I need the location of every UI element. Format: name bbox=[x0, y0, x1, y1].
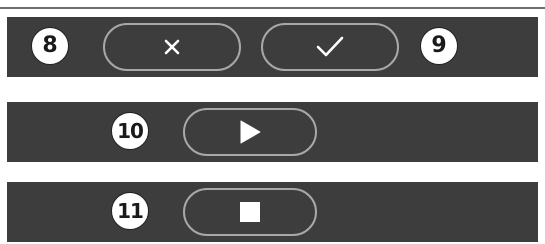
step-badge-confirm: 9 bbox=[420, 27, 458, 65]
close-icon bbox=[164, 39, 180, 55]
cancel-confirm-toolbar: 8 9 bbox=[7, 17, 538, 77]
top-divider bbox=[0, 7, 545, 9]
stop-button[interactable] bbox=[183, 188, 317, 236]
step-number-stop: 11 bbox=[117, 199, 144, 223]
step-number-cancel: 8 bbox=[42, 33, 58, 58]
step-badge-play: 10 bbox=[111, 112, 149, 150]
step-number-confirm: 9 bbox=[431, 33, 447, 58]
confirm-button[interactable] bbox=[261, 23, 399, 71]
play-icon bbox=[240, 120, 261, 144]
step-badge-cancel: 8 bbox=[31, 27, 69, 65]
play-button[interactable] bbox=[183, 108, 317, 156]
step-badge-stop: 11 bbox=[111, 192, 149, 230]
play-toolbar: 10 bbox=[7, 102, 538, 162]
check-icon bbox=[316, 36, 344, 57]
step-number-play: 10 bbox=[117, 119, 144, 143]
stop-icon bbox=[240, 202, 260, 222]
cancel-button[interactable] bbox=[103, 23, 241, 71]
stop-toolbar: 11 bbox=[7, 182, 538, 242]
